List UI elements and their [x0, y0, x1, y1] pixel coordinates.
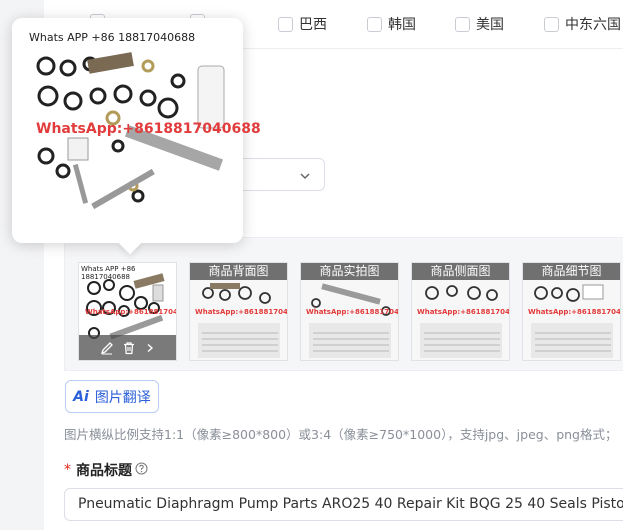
- watermark-text: WhatsApp:+8618817040688: [306, 308, 399, 316]
- thumbnail-label: 商品侧面图: [412, 263, 509, 280]
- chevron-down-icon: [298, 168, 312, 187]
- country-checkbox-usa[interactable]: 美国: [455, 14, 504, 34]
- thumbnail-label: 商品细节图: [523, 263, 620, 280]
- real-image-thumbnail[interactable]: 商品实拍图 WhatsApp:+8618817040688: [300, 262, 399, 361]
- watermark-text: WhatsApp:+8618817040688: [195, 308, 288, 316]
- country-label: 美国: [476, 17, 504, 33]
- popup-watermark: WhatsApp:+8618817040688: [36, 121, 261, 137]
- checkbox-box[interactable]: [455, 16, 470, 32]
- checkbox-box[interactable]: [367, 16, 382, 32]
- image-gallery-panel: Whats APP +86 18817040688 WhatsApp:+8618…: [64, 237, 623, 371]
- ai-icon: Ai: [73, 388, 89, 405]
- country-checkbox-brazil[interactable]: 巴西: [278, 14, 327, 34]
- back-image-thumbnail[interactable]: 商品背面图 WhatsApp:+8618817040688: [189, 262, 288, 361]
- thumbnail-toolbar: [79, 335, 176, 360]
- thumbnail-label: 商品背面图: [190, 263, 287, 280]
- product-title-label: * 商品标题: [64, 460, 148, 480]
- watermark-text: WhatsApp:+8618817040688: [417, 308, 510, 316]
- trash-icon[interactable]: [122, 341, 136, 355]
- required-mark: *: [64, 462, 71, 478]
- checkbox-box[interactable]: [278, 16, 293, 32]
- image-translate-button[interactable]: Ai 图片翻译: [65, 380, 159, 413]
- thumbnail-label: 商品实拍图: [301, 263, 398, 280]
- popup-contact-text: Whats APP +86 18817040688: [29, 31, 196, 44]
- detail-image-thumbnail[interactable]: 商品细节图 WhatsApp:+8618817040688: [522, 262, 621, 361]
- title-label-text: 商品标题: [76, 463, 132, 479]
- image-preview-popup: Whats APP +86 18817040688 WhatsApp:+8618…: [12, 18, 261, 255]
- country-label: 韩国: [388, 17, 416, 33]
- image-format-hint: 图片横纵比例支持1:1（像素≥800*800）或3:4（像素≥750*1000）…: [64, 427, 618, 442]
- edit-icon[interactable]: [100, 341, 114, 355]
- checkbox-box[interactable]: [544, 16, 559, 32]
- main-image-thumbnail[interactable]: Whats APP +86 18817040688 WhatsApp:+8618…: [78, 262, 177, 361]
- product-title-input[interactable]: Pneumatic Diaphragm Pump Parts ARO25 40 …: [64, 488, 623, 521]
- chevron-right-icon[interactable]: [144, 342, 156, 354]
- watermark-text: WhatsApp:+8618817040688: [85, 308, 176, 316]
- country-checkbox-korea[interactable]: 韩国: [367, 14, 416, 34]
- help-icon[interactable]: [135, 462, 148, 479]
- side-image-thumbnail[interactable]: 商品侧面图 WhatsApp:+8618817040688: [411, 262, 510, 361]
- country-label: 巴西: [299, 17, 327, 33]
- country-checkbox-middle-east[interactable]: 中东六国: [544, 14, 621, 34]
- country-label: 中东六国: [565, 17, 621, 33]
- translate-label: 图片翻译: [94, 389, 151, 406]
- watermark-text: WhatsApp:+8618817040688: [528, 308, 621, 316]
